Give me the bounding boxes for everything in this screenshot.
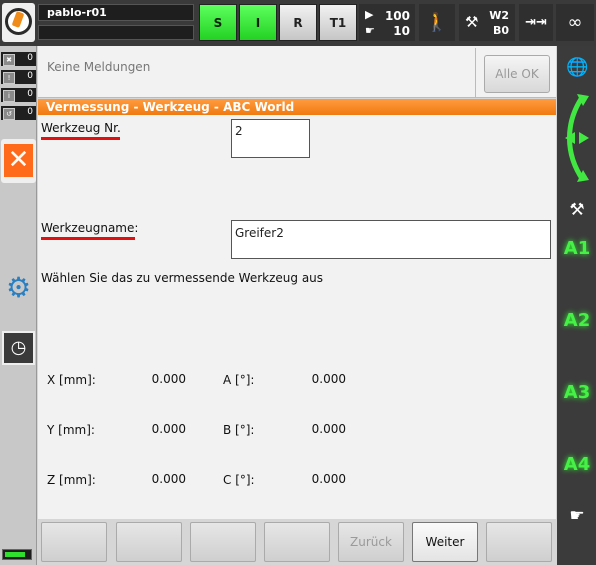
coord-z-label: Z [mm]:	[47, 473, 96, 487]
close-icon: ✕	[4, 144, 33, 177]
active-tool-value: W2	[489, 9, 509, 22]
tool-number-label: Werkzeug Nr.	[41, 121, 121, 135]
tool-name-underline	[41, 237, 135, 240]
close-window-button[interactable]: ✕	[1, 139, 36, 183]
override-button[interactable]: ▶ 100 ☛ 10	[359, 4, 415, 41]
program-run-mode-button[interactable]: 🚶	[419, 4, 455, 41]
panel-title: Vermessung - Werkzeug - ABC World	[38, 99, 556, 115]
coord-y-value: 0.000	[151, 422, 186, 436]
play-icon: ▶	[365, 8, 374, 21]
warning-message-icon: !	[3, 72, 15, 84]
tool-coordinate-icon[interactable]: ⚒	[562, 200, 592, 222]
drives-button[interactable]: I	[239, 4, 277, 41]
robot-name[interactable]: pablo-r01	[38, 4, 194, 21]
message-text: Keine Meldungen	[47, 60, 151, 74]
coord-c-label: C [°]:	[223, 473, 255, 487]
jog-arrows-graphic	[565, 94, 589, 182]
message-count-info[interactable]: i 0	[1, 88, 36, 102]
axis-a3-button[interactable]: A3	[560, 382, 594, 410]
step-mode-button[interactable]: ⇥⇥	[519, 4, 553, 41]
error-message-icon: ✖	[3, 54, 15, 66]
message-count-warning[interactable]: ! 0	[1, 70, 36, 84]
battery-level-fill	[5, 552, 25, 557]
coord-c-value: 0.000	[311, 472, 346, 486]
axis-a1-button[interactable]: A1	[560, 238, 594, 266]
coord-y-label: Y [mm]:	[47, 423, 95, 437]
walking-man-icon: 🚶	[425, 12, 449, 33]
step-mode-icon: ⇥⇥	[525, 15, 547, 30]
jog-arrows-icon[interactable]	[561, 92, 593, 184]
infinity-icon: ∞	[567, 12, 583, 33]
submit-interpreter-button[interactable]: S	[199, 4, 237, 41]
axis-a2-button[interactable]: A2	[560, 310, 594, 338]
message-count-wait[interactable]: ↺ 0	[1, 106, 36, 120]
acknowledge-all-button[interactable]: Alle OK	[484, 55, 550, 93]
next-button[interactable]: Weiter	[412, 522, 478, 562]
robot-status-field	[38, 25, 194, 40]
settings-gear-icon[interactable]: ⚙	[2, 271, 35, 305]
main-menu-logo-button[interactable]	[2, 3, 35, 42]
softkey-3[interactable]	[190, 522, 256, 562]
softkey-7[interactable]	[486, 522, 552, 562]
tool-number-underline	[41, 137, 120, 140]
coord-a-value: 0.000	[311, 372, 346, 386]
program-override-value: 100	[384, 9, 410, 23]
wait-message-icon: ↺	[3, 108, 15, 120]
jog-override-value: 10	[393, 24, 410, 38]
active-base-value: B0	[492, 24, 509, 37]
tool-name-input[interactable]: Greifer2	[231, 220, 551, 259]
coord-z-value: 0.000	[151, 472, 186, 486]
softkey-1[interactable]	[41, 522, 107, 562]
coord-b-value: 0.000	[311, 422, 346, 436]
coord-a-label: A [°]:	[223, 373, 255, 387]
robot-interpreter-button[interactable]: R	[279, 4, 317, 41]
tool-number-input[interactable]: 2	[231, 119, 310, 158]
tool-icon: ⚒	[465, 13, 479, 31]
jog-hand-icon: ☛	[365, 24, 375, 37]
battery-indicator	[2, 549, 32, 560]
active-tool-base-button[interactable]: ⚒ W2 B0	[459, 4, 515, 41]
operating-mode-button[interactable]: T1	[319, 4, 357, 41]
message-divider	[475, 48, 476, 98]
softkey-2[interactable]	[116, 522, 182, 562]
coord-b-label: B [°]:	[223, 423, 255, 437]
jog-hand-icon[interactable]: ☛	[565, 506, 589, 528]
instruction-text: Wählen Sie das zu vermessende Werkzeug a…	[41, 271, 324, 285]
softkey-4[interactable]	[264, 522, 330, 562]
axis-a4-button[interactable]: A4	[560, 454, 594, 482]
tool-measurement-panel	[38, 99, 556, 519]
tool-name-label: Werkzeugname:	[41, 221, 139, 235]
coord-x-value: 0.000	[151, 372, 186, 386]
world-coordinate-icon[interactable]: 🌐	[566, 57, 588, 79]
clock-icon[interactable]: ◷	[2, 331, 35, 365]
left-sidebar	[0, 46, 37, 565]
info-message-icon: i	[3, 90, 15, 102]
back-button[interactable]: Zurück	[338, 522, 404, 562]
message-count-error[interactable]: ✖ 0	[1, 52, 36, 66]
incremental-jog-button[interactable]: ∞	[556, 4, 594, 41]
coord-x-label: X [mm]:	[47, 373, 96, 387]
